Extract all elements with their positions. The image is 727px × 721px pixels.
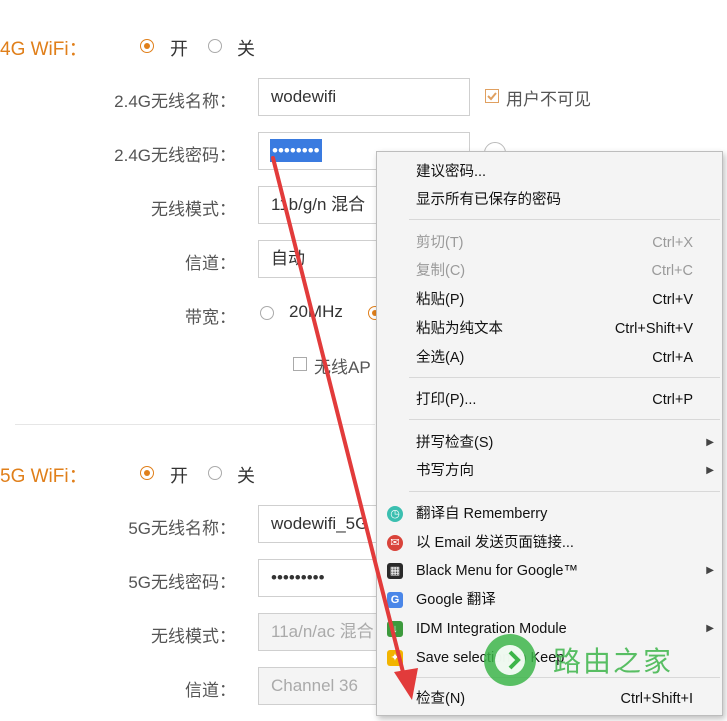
watermark-text: 路由之家 (553, 646, 674, 677)
watermark-logo-icon (480, 630, 540, 690)
annotation-arrow (271, 156, 418, 700)
